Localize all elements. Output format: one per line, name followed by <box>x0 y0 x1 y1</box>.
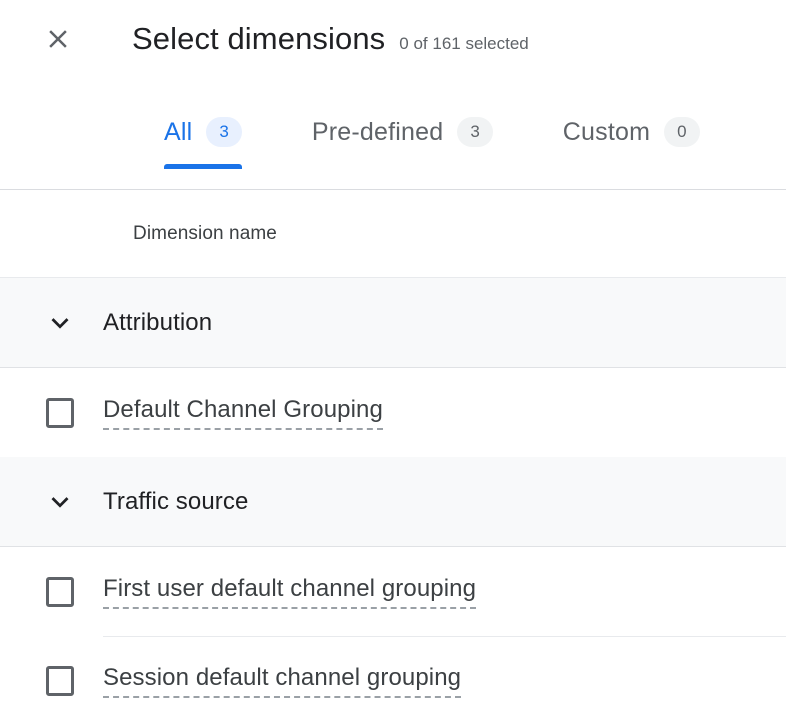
tab-pre-defined-badge: 3 <box>457 117 493 147</box>
group-row-attribution[interactable]: Attribution <box>0 278 786 368</box>
tab-custom[interactable]: Custom 0 <box>563 100 700 164</box>
checkbox-default-channel-grouping[interactable] <box>30 397 90 428</box>
group-row-traffic-source[interactable]: Traffic source <box>0 457 786 547</box>
column-header-dimension-name: Dimension name <box>133 222 277 244</box>
close-icon <box>43 24 73 54</box>
table-row[interactable]: Session default channel grouping <box>0 636 786 720</box>
tab-custom-label: Custom <box>562 117 651 146</box>
tab-all-badge: 3 <box>206 117 242 147</box>
dialog-header: Select dimensions 0 of 161 selected <box>0 0 786 100</box>
tab-all[interactable]: All 3 <box>164 100 242 169</box>
tab-custom-badge: 0 <box>664 117 700 147</box>
page-title: Select dimensions <box>132 21 386 56</box>
chevron-down-icon[interactable] <box>30 306 90 340</box>
header-titles: Select dimensions 0 of 161 selected <box>132 21 529 57</box>
checkbox-box-icon <box>46 665 74 696</box>
dimension-list: Attribution Default Channel Grouping Tra… <box>0 278 786 720</box>
close-button[interactable] <box>34 15 82 63</box>
checkbox-box-icon <box>46 576 74 607</box>
tab-pre-defined-label: Pre-defined <box>311 117 444 146</box>
table-row[interactable]: Default Channel Grouping <box>0 368 786 457</box>
tab-pre-defined[interactable]: Pre-defined 3 <box>312 100 493 164</box>
checkbox-first-user-default-channel-grouping[interactable] <box>30 576 90 607</box>
list-item-label[interactable]: Default Channel Grouping <box>103 396 383 430</box>
table-column-header: Dimension name <box>0 190 786 278</box>
tab-active-indicator <box>164 164 242 169</box>
selection-count: 0 of 161 selected <box>399 34 529 53</box>
table-row-main: Session default channel grouping <box>103 636 786 720</box>
checkbox-box-icon <box>46 397 74 428</box>
list-item-label[interactable]: Session default channel grouping <box>103 664 462 698</box>
list-item-label[interactable]: First user default channel grouping <box>103 575 477 609</box>
table-row-main: First user default channel grouping <box>103 547 786 636</box>
tab-bar: All 3 Pre-defined 3 Custom 0 <box>0 100 786 190</box>
select-dimensions-dialog: Select dimensions 0 of 161 selected All … <box>0 0 786 720</box>
chevron-down-icon[interactable] <box>30 485 90 519</box>
checkbox-session-default-channel-grouping[interactable] <box>30 665 90 696</box>
group-label-traffic-source: Traffic source <box>103 487 249 515</box>
tab-all-label: All <box>164 117 193 146</box>
table-row-main: Default Channel Grouping <box>103 368 786 457</box>
table-row[interactable]: First user default channel grouping <box>0 547 786 636</box>
group-label-attribution: Attribution <box>103 308 213 336</box>
